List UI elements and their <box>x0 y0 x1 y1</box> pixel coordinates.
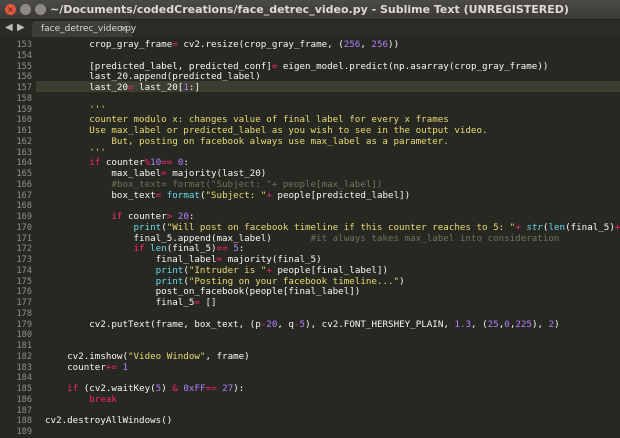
line-number: 166 <box>16 179 32 190</box>
tab-close-icon[interactable]: × <box>120 21 128 37</box>
line-number: 185 <box>16 384 32 394</box>
code-line[interactable]: if counter%10== 0: <box>45 158 189 168</box>
tab-scroll-right-icon[interactable]: ▶ <box>17 22 25 33</box>
line-number: 177 <box>16 298 32 308</box>
code-line[interactable]: [predicted_label, predicted_conf]= eigen… <box>45 61 548 72</box>
line-number: 153 <box>16 40 32 50</box>
line-number: 169 <box>16 212 32 222</box>
line-number: 156 <box>16 72 32 83</box>
line-number: 174 <box>16 265 32 276</box>
line-number: 160 <box>16 115 32 126</box>
code-line[interactable]: crop_gray_frame= cv2.resize(crop_gray_fr… <box>45 40 399 50</box>
tab-scroll-left-icon[interactable]: ◀ <box>5 22 13 33</box>
code-line[interactable]: max_label= majority(last_20) <box>45 169 266 179</box>
code-line[interactable]: But, posting on facebook always use max_… <box>45 136 448 147</box>
line-number: 189 <box>16 427 32 437</box>
line-number: 179 <box>16 319 32 330</box>
line-number: 173 <box>16 255 32 265</box>
code-line[interactable]: box_text= format("Subject: "+ people[pre… <box>45 190 410 201</box>
line-number: 167 <box>16 190 32 201</box>
code-line[interactable]: ''' <box>45 104 106 115</box>
line-number: 161 <box>16 126 32 136</box>
code-line[interactable]: print("Posting on your facebook timeline… <box>45 276 405 287</box>
line-number: 175 <box>16 276 32 287</box>
code-line[interactable]: final_5.append(max_label) #it always tak… <box>45 233 560 244</box>
line-number: 181 <box>16 341 32 351</box>
code-line[interactable]: counter+= 1 <box>45 362 128 373</box>
line-number: 168 <box>16 201 32 212</box>
code-line[interactable]: Use max_label or predicted_label as you … <box>45 126 487 136</box>
code-line[interactable]: if (cv2.waitKey(5) & 0xFF== 27): <box>45 384 244 394</box>
line-number: 155 <box>16 61 32 72</box>
line-number: 182 <box>16 351 32 362</box>
line-number: 163 <box>16 147 32 158</box>
code-line[interactable]: if counter> 20: <box>45 212 194 222</box>
code-line[interactable]: last_20.append(predicted_label) <box>45 72 260 82</box>
code-line[interactable]: last_20= last_20[1:] <box>45 83 200 93</box>
line-number: 186 <box>16 394 32 405</box>
code-line[interactable]: print("Intruder is "+ people[final_label… <box>45 265 388 276</box>
title-bar: × ~/Documents/codedCreations/face_detrec… <box>0 0 620 20</box>
line-number: 172 <box>16 244 32 255</box>
line-number: 158 <box>16 93 32 104</box>
maximize-window-button[interactable] <box>35 4 46 15</box>
close-window-button[interactable]: × <box>5 4 16 15</box>
code-line[interactable]: #box_text= format("Subject: "+ people[ma… <box>45 179 382 190</box>
line-number: 183 <box>16 362 32 373</box>
line-number: 187 <box>16 405 32 416</box>
line-number: 157 <box>16 83 32 93</box>
line-number: 165 <box>16 169 32 179</box>
code-editor[interactable]: 153 154 155 156 157 158 159 160 161 162 163 164 165 1… <box>0 37 620 438</box>
line-number: 164 <box>16 158 32 169</box>
line-number: 180 <box>16 330 32 341</box>
line-number: 171 <box>16 233 32 244</box>
tab-face-detrec-video[interactable]: face_detrec_video.py × <box>32 21 136 37</box>
tab-bar: ◀ ▶ face_detrec_video.py × <box>0 20 620 37</box>
code-line[interactable]: ''' <box>45 147 106 158</box>
line-number: 178 <box>16 308 32 319</box>
code-line[interactable]: print("Will post on facebook timeline if… <box>45 222 620 233</box>
line-number: 184 <box>16 373 32 384</box>
window-title: ~/Documents/codedCreations/face_detrec_v… <box>50 3 569 16</box>
line-number-gutter: 153 154 155 156 157 158 159 160 161 162 163 164 165 1… <box>0 37 36 438</box>
line-number: 162 <box>16 136 32 147</box>
code-line[interactable]: cv2.destroyAllWindows() <box>45 416 172 426</box>
line-number: 154 <box>16 50 32 61</box>
line-number: 159 <box>16 104 32 115</box>
line-number: 170 <box>16 222 32 233</box>
code-line[interactable]: cv2.putText(frame, box_text, (p-20, q-5)… <box>45 319 559 330</box>
code-line[interactable]: final_5= [] <box>45 298 217 308</box>
minimize-window-button[interactable] <box>20 4 31 15</box>
code-line[interactable]: cv2.imshow("Video Window", frame) <box>45 351 250 362</box>
code-line[interactable]: post_on_facebook(people[final_label]) <box>45 287 361 297</box>
code-line[interactable]: break <box>45 394 117 405</box>
code-line[interactable]: if len(final_5)== 5: <box>45 244 245 254</box>
code-line[interactable]: counter modulo x: changes value of final… <box>45 115 449 125</box>
line-number: 188 <box>16 416 32 427</box>
code-line[interactable]: final_label= majority(final_5) <box>45 255 322 265</box>
line-number: 176 <box>16 287 32 298</box>
